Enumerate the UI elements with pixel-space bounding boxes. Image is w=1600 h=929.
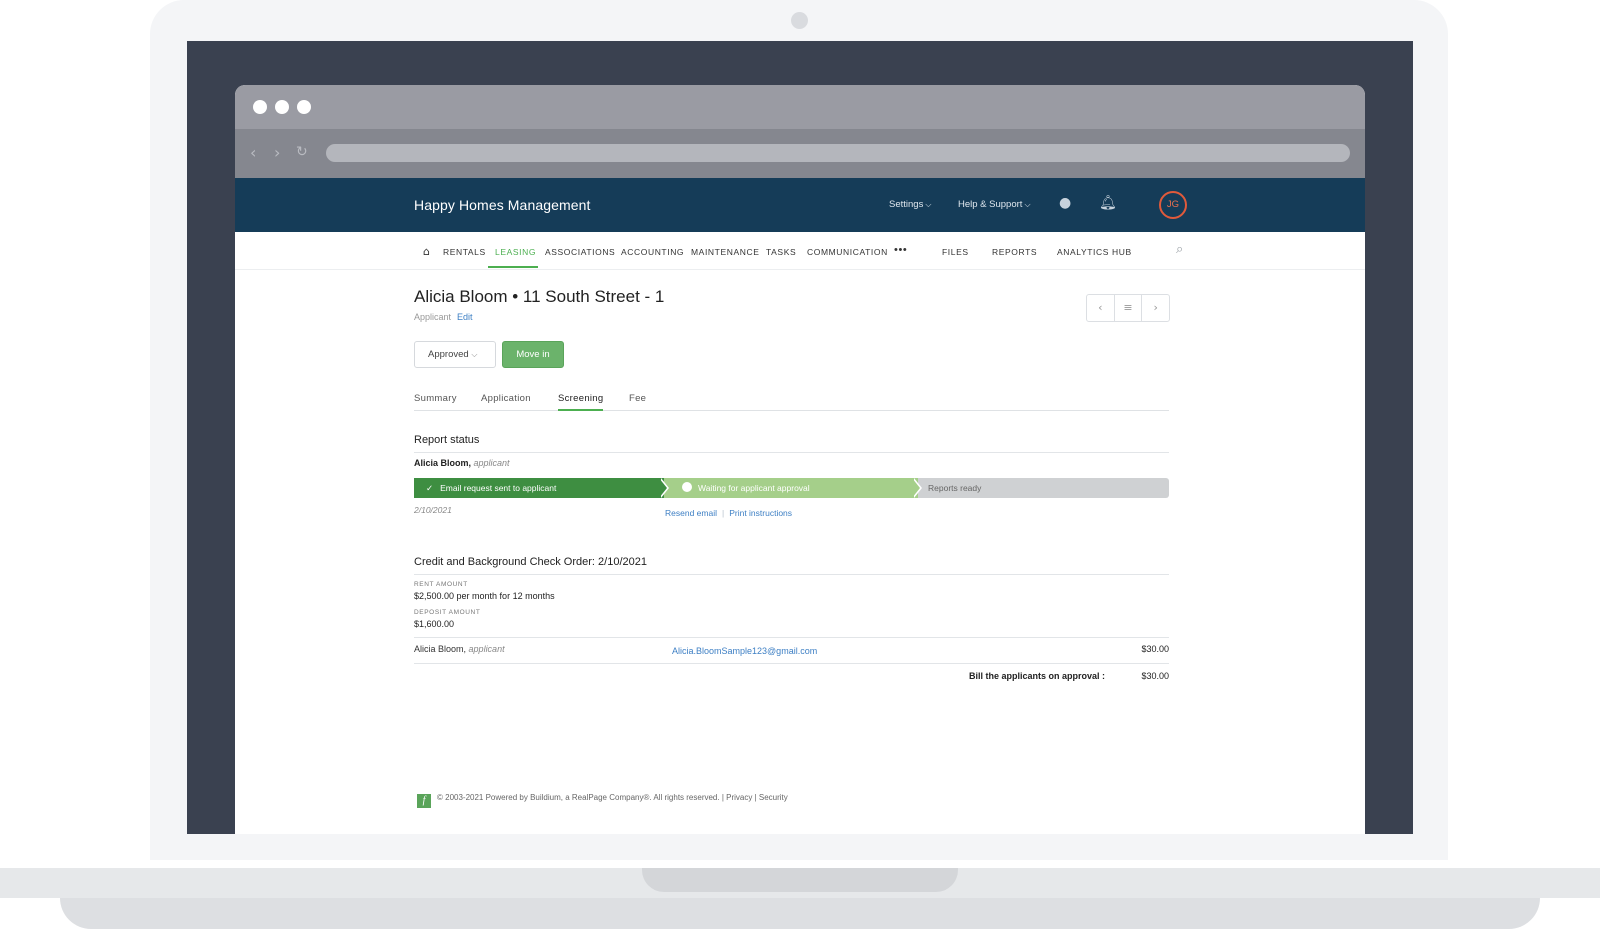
help-support-menu[interactable]: Help & Support ⌵ (958, 199, 1031, 210)
app-title: Happy Homes Management (414, 197, 591, 213)
nav-item-associations[interactable]: ASSOCIATIONS (545, 247, 615, 257)
nav-active-underline (488, 266, 538, 268)
buildium-logo-icon: f (417, 794, 431, 808)
main-nav: ⌂ RENTALS LEASING ASSOCIATIONS ACCOUNTIN… (235, 232, 1365, 270)
search-icon[interactable]: ⌕ (1176, 242, 1183, 257)
next-record-icon[interactable]: › (1142, 295, 1169, 321)
nav-item-maintenance[interactable]: MAINTENANCE (691, 247, 759, 257)
camera-dot (791, 12, 808, 29)
nav-item-analytics-hub[interactable]: ANALYTICS HUB (1057, 247, 1132, 257)
deposit-amount-value: $1,600.00 (414, 619, 455, 629)
help-label: Help & Support (958, 199, 1023, 210)
tab-summary[interactable]: Summary (414, 393, 457, 404)
report-applicant-name: Alicia Bloom, (414, 458, 472, 468)
order-applicant-role: applicant (468, 644, 505, 654)
back-icon[interactable]: ‹ (250, 143, 256, 162)
footer-text: © 2003-2021 Powered by Buildium, a RealP… (437, 793, 788, 802)
nav-item-accounting[interactable]: ACCOUNTING (621, 247, 684, 257)
settings-menu[interactable]: Settings ⌵ (889, 199, 931, 210)
browser-toolbar: ‹ › ↻ (235, 129, 1365, 178)
report-status-title: Report status (414, 434, 480, 446)
step-3-label: Reports ready (928, 483, 982, 493)
step-arrow (912, 478, 920, 498)
clock-icon (682, 482, 692, 492)
nav-item-reports[interactable]: REPORTS (992, 247, 1037, 257)
tab-fee[interactable]: Fee (629, 393, 646, 404)
applicant-role-label: Applicant (414, 312, 452, 322)
step-reports-ready: Reports ready (914, 478, 1169, 498)
tab-screening[interactable]: Screening (558, 393, 603, 404)
bill-on-approval-label: Bill the applicants on approval : (968, 671, 1105, 681)
applicant-fee-amount: $30.00 (1141, 644, 1169, 654)
order-title: Credit and Background Check Order: 2/10/… (414, 556, 647, 568)
resend-email-link[interactable]: Resend email (665, 508, 717, 518)
step-waiting-approval: Waiting for applicant approval (660, 478, 918, 498)
divider (414, 663, 1169, 664)
step-arrow (659, 478, 667, 498)
nav-item-communication[interactable]: COMMUNICATION (807, 247, 888, 257)
order-applicant: Alicia Bloom, applicant (414, 644, 505, 654)
applicant-email-link[interactable]: Alicia.BloomSample123@gmail.com (672, 646, 817, 656)
step-2-label: Waiting for applicant approval (698, 483, 810, 493)
divider (414, 637, 1169, 638)
chevron-down-icon: ⌵ (471, 350, 478, 359)
browser-window: ‹ › ↻ Happy Homes Management Settings ⌵ H… (235, 85, 1365, 834)
deposit-amount-label: DEPOSIT AMOUNT (414, 609, 481, 616)
tab-bar: Summary Application Screening Fee (414, 389, 1169, 411)
chevron-down-icon: ⌵ (1024, 200, 1031, 209)
step-email-sent: ✓ Email request sent to applicant (414, 478, 664, 498)
link-separator: | (721, 508, 725, 518)
address-bar[interactable] (326, 144, 1350, 162)
chat-icon[interactable]: ● (1059, 195, 1071, 211)
record-pager: ‹ ≡ › (1086, 294, 1170, 322)
divider (414, 452, 1169, 453)
check-icon: ✓ (426, 484, 434, 494)
nav-item-leasing[interactable]: LEASING (495, 247, 536, 257)
list-icon[interactable]: ≡ (1115, 295, 1143, 321)
print-instructions-link[interactable]: Print instructions (729, 508, 792, 518)
app-header: Happy Homes Management Settings ⌵ Help & … (235, 178, 1365, 232)
page-title: Alicia Bloom • 11 South Street - 1 (414, 287, 665, 306)
report-links: Resend email | Print instructions (665, 508, 792, 518)
step-1-label: Email request sent to applicant (440, 483, 557, 493)
screening-progress: Reports ready Waiting for applicant appr… (414, 478, 1169, 498)
bill-total-amount: $30.00 (1141, 671, 1169, 681)
window-minimize-dot[interactable] (275, 100, 289, 114)
window-close-dot[interactable] (253, 100, 267, 114)
laptop-notch (642, 868, 958, 892)
rent-amount-value: $2,500.00 per month for 12 months (414, 591, 555, 601)
home-icon[interactable]: ⌂ (423, 245, 430, 258)
browser-titlebar (235, 85, 1365, 129)
nav-item-tasks[interactable]: TASKS (766, 247, 796, 257)
chevron-down-icon: ⌵ (925, 200, 932, 209)
bell-icon[interactable]: 🔔︎ (1099, 195, 1117, 211)
status-label: Approved (428, 349, 469, 360)
page-subtitle: Applicant Edit (414, 312, 473, 322)
report-applicant: Alicia Bloom, applicant (414, 458, 510, 468)
window-maximize-dot[interactable] (297, 100, 311, 114)
report-applicant-role: applicant (473, 458, 510, 468)
reload-icon[interactable]: ↻ (296, 144, 308, 160)
order-applicant-name: Alicia Bloom, (414, 644, 467, 654)
tab-application[interactable]: Application (481, 393, 531, 404)
nav-item-rentals[interactable]: RENTALS (443, 247, 486, 257)
edit-link[interactable]: Edit (457, 312, 473, 322)
divider (414, 574, 1169, 575)
page-footer: f © 2003-2021 Powered by Buildium, a Real… (417, 793, 788, 808)
nav-item-files[interactable]: FILES (942, 247, 969, 257)
status-dropdown[interactable]: Approved ⌵ (414, 341, 496, 368)
avatar[interactable]: JG (1159, 191, 1187, 219)
laptop-base-bottom (60, 898, 1540, 929)
tab-active-underline (558, 409, 603, 411)
nav-item-more[interactable]: ••• (894, 244, 907, 256)
previous-record-icon[interactable]: ‹ (1087, 295, 1115, 321)
settings-label: Settings (889, 199, 924, 210)
forward-icon[interactable]: › (274, 143, 280, 162)
move-in-button[interactable]: Move in (502, 341, 564, 368)
request-date: 2/10/2021 (414, 505, 452, 515)
rent-amount-label: RENT AMOUNT (414, 581, 468, 588)
